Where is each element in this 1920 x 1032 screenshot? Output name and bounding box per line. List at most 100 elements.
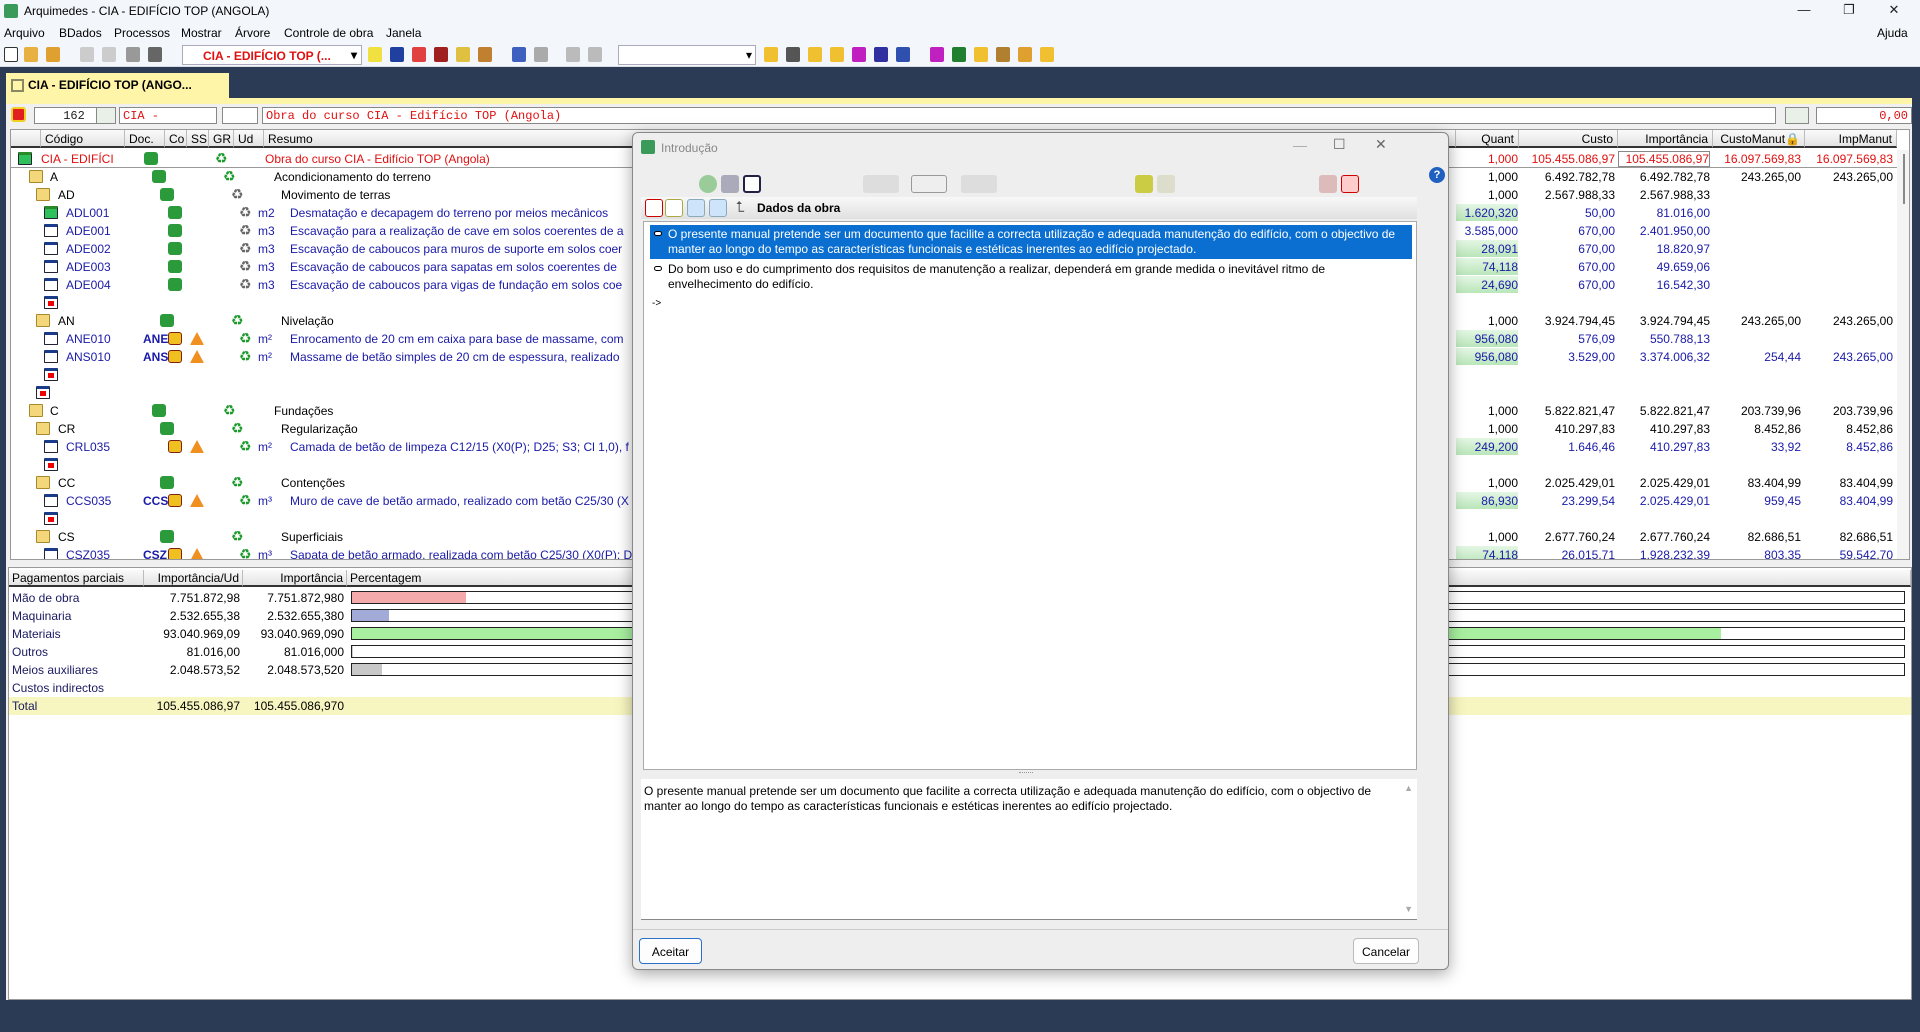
document-scroll-icon[interactable] [168,278,182,291]
item-icon[interactable] [44,440,58,453]
house-icon[interactable] [743,175,761,193]
item-icon[interactable] [44,548,58,559]
window2-icon[interactable] [588,47,602,62]
quant-cell[interactable]: 24,690 [1456,278,1518,292]
quant-cell[interactable]: 74,118 [1456,548,1518,559]
price-icon[interactable] [456,47,470,62]
quant-cell[interactable]: 1,000 [1456,530,1518,544]
header-importancia-ud[interactable]: Importância/Ud [144,570,243,587]
quant-cell[interactable]: 1,000 [1456,152,1518,166]
accept-button[interactable]: Aceitar [639,938,702,964]
insert-child-icon[interactable] [390,47,404,62]
splitter-handle[interactable] [1019,772,1033,774]
recycle-icon[interactable]: ♻ [239,204,252,221]
open-icon[interactable] [24,47,38,62]
up-icon[interactable]: ⮤ [731,199,749,217]
header-custo[interactable]: Custo [1519,130,1618,148]
cancel-button[interactable]: Cancelar [1353,938,1419,964]
recycle-icon[interactable]: ♻ [231,474,244,491]
new-icon[interactable] [4,47,18,62]
person-star-icon[interactable] [1135,175,1153,193]
settings-icon[interactable] [1018,47,1032,62]
table-icon[interactable] [996,47,1010,62]
scroll-down-icon[interactable]: ▼ [1404,902,1413,917]
header-importancia[interactable]: Importância [243,570,347,587]
quant-cell[interactable]: 1,000 [1456,422,1518,436]
help-icon[interactable]: ? [1429,167,1445,183]
copy-code-button[interactable] [96,107,116,124]
header-quant[interactable]: Quant [1456,130,1519,148]
minimize-button[interactable]: — [1789,2,1819,17]
document-scroll-icon[interactable] [160,314,174,327]
recycle-icon[interactable]: ♻ [239,240,252,257]
quant-cell[interactable]: 3.585,000 [1456,224,1518,238]
price-scroll-icon[interactable] [168,494,182,507]
add-item-icon[interactable] [44,368,58,381]
tree-icon[interactable] [512,47,526,62]
cd-house-link-icon[interactable] [911,175,947,193]
document-scroll-icon[interactable] [168,242,182,255]
header-co[interactable]: Co [165,130,187,148]
quant-cell[interactable]: 249,200 [1456,440,1518,454]
check-list-icon[interactable] [830,47,844,62]
delete-person-icon[interactable] [1319,175,1337,193]
list-icon[interactable] [412,47,426,62]
report2-icon[interactable] [1040,47,1054,62]
cone-icon[interactable] [478,47,492,62]
new-page-icon[interactable] [665,199,683,217]
quant-cell[interactable]: 1,000 [1456,314,1518,328]
unit-field[interactable] [222,107,258,124]
window-icon[interactable] [566,47,580,62]
header-custo-manut[interactable]: CustoManut🔒 [1713,130,1805,148]
item-icon[interactable] [44,278,58,291]
recycle-icon[interactable]: ♻ [223,402,236,419]
quant-cell[interactable]: 86,930 [1456,494,1518,508]
item-icon[interactable] [44,494,58,507]
summary-field[interactable]: Obra do curso CIA - Edifício TOP (Angola… [262,107,1776,124]
vertical-scrollbar[interactable] [1897,150,1909,559]
document-scroll-icon[interactable] [152,404,166,417]
document-scroll-icon[interactable] [152,170,166,183]
book-icon[interactable] [896,47,910,62]
menu-arquivo[interactable]: Arquivo [4,26,45,40]
menu-controle-de-obra[interactable]: Controle de obra [284,26,373,40]
header-doc[interactable]: Doc. [125,130,165,148]
price-scroll-icon[interactable] [168,548,182,559]
close-button[interactable]: ✕ [1879,2,1909,18]
price-scroll-icon[interactable] [168,440,182,453]
document-scroll-icon[interactable] [160,422,174,435]
menu-bdados[interactable]: BDados [59,26,102,40]
recycle-icon[interactable]: ♻ [231,528,244,545]
cone-icon[interactable] [190,440,204,453]
scroll-up-icon[interactable]: ▲ [1404,781,1413,796]
item-icon[interactable] [44,260,58,273]
recycle-icon[interactable]: ♻ [231,312,244,329]
list-item[interactable]: Do bom uso e do cumprimento dos requisit… [650,260,1412,294]
open-tree-icon[interactable] [46,47,60,62]
report-icon[interactable] [764,47,778,62]
formula-icon[interactable] [930,47,944,62]
menu-mostrar[interactable]: Mostrar [181,26,222,40]
document-scroll-icon[interactable] [160,530,174,543]
price-scroll-icon[interactable] [168,350,182,363]
folder-icon[interactable] [29,404,43,417]
quant-cell[interactable]: 1,000 [1456,404,1518,418]
item-icon[interactable] [44,224,58,237]
document-scroll-icon[interactable] [168,224,182,237]
total-field[interactable]: 0,00 [1816,107,1912,124]
person-house-link-icon[interactable] [961,175,997,193]
header-imp-manut[interactable]: ImpManut [1805,130,1897,148]
cone-icon[interactable] [190,332,204,345]
cone-icon[interactable] [190,350,204,363]
recycle-icon[interactable]: ♻ [239,492,252,509]
recycle-icon[interactable]: ♻ [223,168,236,185]
insert-cursor[interactable]: -> [652,298,661,309]
cd-person-link-icon[interactable] [863,175,899,193]
add-item-icon[interactable] [44,512,58,525]
quant-cell[interactable]: 1,000 [1456,170,1518,184]
cone-icon[interactable] [190,548,204,559]
quant-cell[interactable]: 74,118 [1456,260,1518,274]
save-icon[interactable] [126,47,140,62]
cone-icon[interactable] [190,494,204,507]
folder-icon[interactable] [36,188,50,201]
